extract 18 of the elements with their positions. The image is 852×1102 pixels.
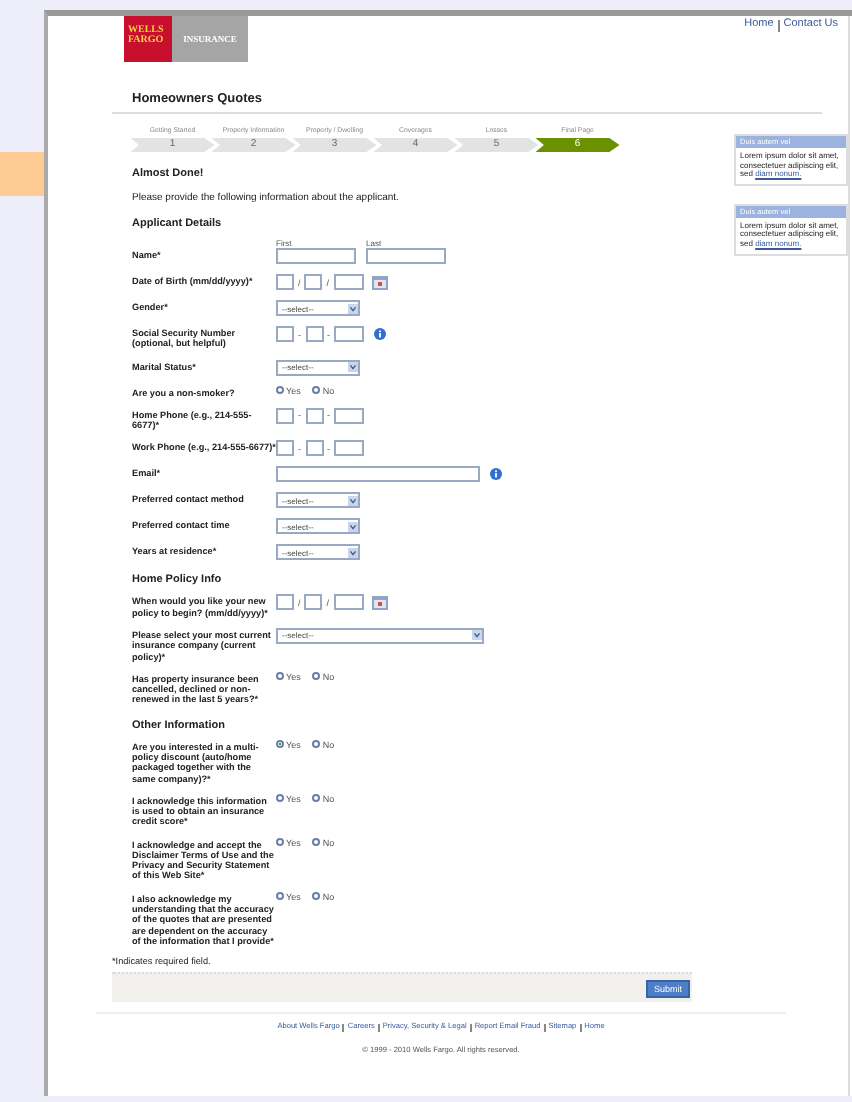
calendar-icon[interactable] bbox=[371, 275, 388, 289]
caret-icon bbox=[347, 495, 357, 506]
text-field[interactable] bbox=[333, 274, 364, 290]
caret-icon bbox=[347, 547, 357, 558]
text-field[interactable] bbox=[276, 248, 356, 264]
text-field[interactable] bbox=[276, 466, 480, 483]
text-field[interactable] bbox=[334, 440, 364, 457]
caret-icon bbox=[347, 521, 357, 532]
caret-icon bbox=[347, 303, 357, 313]
info-icon[interactable] bbox=[490, 468, 502, 481]
caret-icon bbox=[347, 362, 357, 373]
caret-icon bbox=[471, 630, 481, 641]
calendar-icon[interactable] bbox=[371, 595, 388, 610]
text-field[interactable] bbox=[334, 407, 364, 424]
text-field[interactable] bbox=[334, 326, 364, 342]
info-icon[interactable] bbox=[374, 328, 386, 340]
text-field[interactable] bbox=[333, 594, 364, 611]
text-field[interactable] bbox=[366, 248, 446, 264]
